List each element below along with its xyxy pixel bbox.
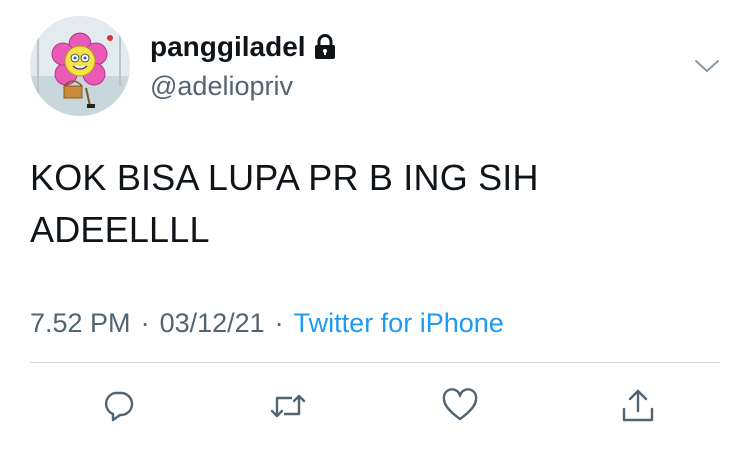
share-icon (622, 389, 654, 422)
like-button[interactable] (440, 386, 480, 426)
action-bar (0, 380, 750, 430)
display-name-row[interactable]: panggiladel (150, 30, 336, 64)
retweet-icon (270, 394, 306, 418)
meta-separator: · (140, 308, 150, 338)
display-name: panggiladel (150, 31, 306, 62)
retweet-button[interactable] (268, 386, 308, 426)
tweet-source-link[interactable]: Twitter for iPhone (294, 306, 504, 340)
more-options-button[interactable] (692, 52, 722, 78)
tweet-time[interactable]: 7.52 PM (30, 306, 131, 340)
divider (30, 362, 720, 363)
tweet-detail: panggiladel @adeliopriv KOK BISA LUPA PR… (0, 0, 750, 451)
cartoon-flower-avatar-icon (30, 16, 130, 116)
reply-button[interactable] (98, 386, 138, 426)
avatar[interactable] (30, 16, 130, 116)
reply-icon (104, 391, 134, 422)
like-icon (442, 388, 478, 421)
user-handle[interactable]: @adeliopriv (150, 70, 293, 102)
tweet-date[interactable]: 03/12/21 (160, 306, 265, 340)
chevron-down-icon (695, 60, 719, 72)
tweet-meta: 7.52 PM · 03/12/21 · Twitter for iPhone (30, 306, 504, 340)
tweet-text: KOK BISA LUPA PR B ING SIH ADEELLLL (30, 157, 539, 250)
meta-separator: · (274, 308, 284, 338)
lock-icon (314, 34, 336, 60)
share-button[interactable] (618, 386, 658, 426)
